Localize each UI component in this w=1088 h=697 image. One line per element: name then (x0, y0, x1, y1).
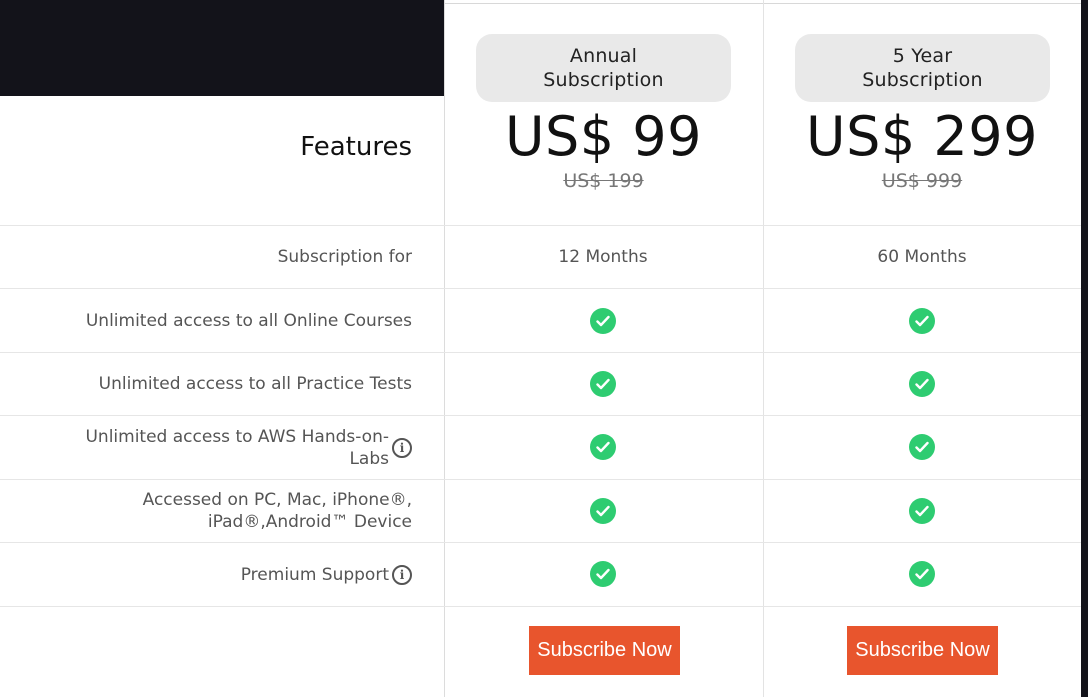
plan-name-5-year: 5 Year Subscription (795, 34, 1050, 102)
check-circle-icon (909, 371, 935, 397)
row-divider (0, 606, 1081, 607)
row-divider (0, 288, 1081, 289)
plan-name-annual: Annual Subscription (476, 34, 731, 102)
check-circle-icon (590, 561, 616, 587)
check-circle-icon (590, 498, 616, 524)
feature-label-devices: Accessed on PC, Mac, iPhone®, iPad®,Andr… (142, 490, 412, 532)
check-circle-icon (909, 434, 935, 460)
row-divider (0, 479, 1081, 480)
feature-label-online-courses: Unlimited access to all Online Courses (85, 311, 412, 331)
subscribe-button-5-year[interactable]: Subscribe Now (847, 626, 998, 675)
feature-label-premium-support: Premium Support i (241, 564, 412, 586)
row-divider (0, 352, 1081, 353)
row-divider (0, 415, 1081, 416)
subscribe-button-annual[interactable]: Subscribe Now (529, 626, 680, 675)
feature-label-hands-on-labs: Unlimited access to AWS Hands-on- Labs i (85, 426, 412, 470)
plan-old-price-annual: US$ 199 (563, 170, 644, 192)
info-icon[interactable]: i (392, 438, 412, 458)
check-circle-icon (590, 308, 616, 334)
right-dark-edge (1081, 0, 1088, 697)
check-circle-icon (909, 308, 935, 334)
info-icon[interactable]: i (392, 565, 412, 585)
check-circle-icon (590, 434, 616, 460)
plan-price-annual: US$ 99 (504, 105, 703, 168)
plan-duration-5-year: 60 Months (877, 247, 967, 267)
feature-label-practice-tests: Unlimited access to all Practice Tests (98, 374, 412, 394)
plan-old-price-5-year: US$ 999 (881, 170, 963, 192)
check-circle-icon (909, 498, 935, 524)
row-divider (0, 542, 1081, 543)
plan-price-5-year: US$ 299 (806, 105, 1038, 168)
features-heading: Features (300, 132, 412, 162)
row-divider (0, 225, 1081, 226)
plan-duration-annual: 12 Months (558, 247, 648, 267)
check-circle-icon (909, 561, 935, 587)
check-circle-icon (590, 371, 616, 397)
header-dark-band (0, 0, 444, 96)
feature-label-subscription-for: Subscription for (277, 247, 412, 267)
